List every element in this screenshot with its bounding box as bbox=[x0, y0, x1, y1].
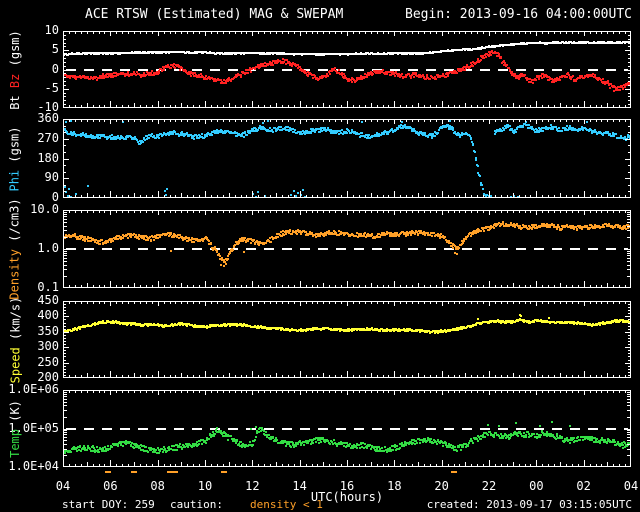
created-timestamp: created: 2013-09-17 03:15:05UTC bbox=[426, 498, 632, 511]
panel-canvas-density bbox=[63, 210, 631, 288]
y-tick-label-phi: 270 bbox=[37, 131, 59, 145]
y-tick-label-mag: 10 bbox=[44, 23, 59, 37]
y-tick-label-speed: 300 bbox=[37, 339, 59, 353]
caution-density-mark bbox=[104, 471, 111, 473]
panel-canvas-mag bbox=[63, 31, 631, 108]
y-tick-label-phi: 360 bbox=[37, 111, 59, 125]
y-axis-label-part: Bz bbox=[8, 73, 22, 95]
ace-rtsw-screen: ACE RTSW (Estimated) MAG & SWEPAM Begin:… bbox=[0, 0, 640, 512]
status-bar: start DOY: 259 caution: density < 1 crea… bbox=[0, 498, 640, 512]
y-axis-label-part: Speed bbox=[8, 346, 23, 383]
y-tick-label-phi: 180 bbox=[37, 151, 59, 165]
y-tick-label-speed: 450 bbox=[37, 293, 59, 307]
y-axis-label-part: (km/s) bbox=[8, 296, 23, 347]
y-axis-label-part: Bt bbox=[8, 94, 22, 110]
y-axis-label-part: (gsm) bbox=[8, 125, 23, 170]
plot-area: 10 5 0 -5 -10 Bt Bz (gsm) 360 270 180 90 0 Phi (gsm… bbox=[0, 0, 640, 512]
y-axis-label-part: Temp bbox=[8, 428, 22, 458]
caution-label: caution: bbox=[170, 498, 223, 511]
caution-density-mark bbox=[450, 471, 457, 473]
y-axis-label-phi: Phi (gsm) bbox=[0, 119, 30, 198]
y-tick-label-density: 10.0 bbox=[30, 202, 59, 216]
y-axis-label-part: (gsm) bbox=[8, 29, 22, 74]
y-axis-label-part: Phi bbox=[8, 169, 23, 192]
y-axis-label-temp: Temp (K) bbox=[0, 390, 30, 467]
caution-density-mark bbox=[131, 471, 137, 473]
panel-canvas-speed bbox=[63, 301, 631, 378]
y-tick-label-speed: 350 bbox=[37, 324, 59, 338]
caution-density-note: density < 1 bbox=[250, 498, 323, 511]
y-tick-label-mag: 5 bbox=[51, 42, 59, 56]
panel-canvas-temp bbox=[63, 390, 631, 467]
y-tick-label-mag: -5 bbox=[44, 81, 59, 95]
y-tick-label-speed: 400 bbox=[37, 308, 59, 322]
y-axis-label-part: (K) bbox=[8, 399, 22, 429]
y-tick-label-density: 1.0 bbox=[37, 241, 59, 255]
y-axis-label-speed: Speed (km/s) bbox=[0, 296, 30, 383]
y-axis-label-part: (/cm3) bbox=[8, 198, 22, 249]
caution-density-mark bbox=[220, 471, 227, 473]
y-axis-label-mag: Bt Bz (gsm) bbox=[0, 29, 30, 110]
caution-density-mark bbox=[172, 471, 179, 473]
y-axis-label-density: Density (/cm3) bbox=[0, 198, 30, 299]
start-doy-label: start DOY: 259 bbox=[62, 498, 155, 511]
y-tick-label-speed: 250 bbox=[37, 355, 59, 369]
y-tick-label-mag: 0 bbox=[51, 62, 59, 76]
y-tick-label-phi: 90 bbox=[44, 170, 59, 184]
panel-canvas-phi bbox=[63, 119, 631, 198]
y-axis-label-part: Density bbox=[8, 249, 22, 300]
